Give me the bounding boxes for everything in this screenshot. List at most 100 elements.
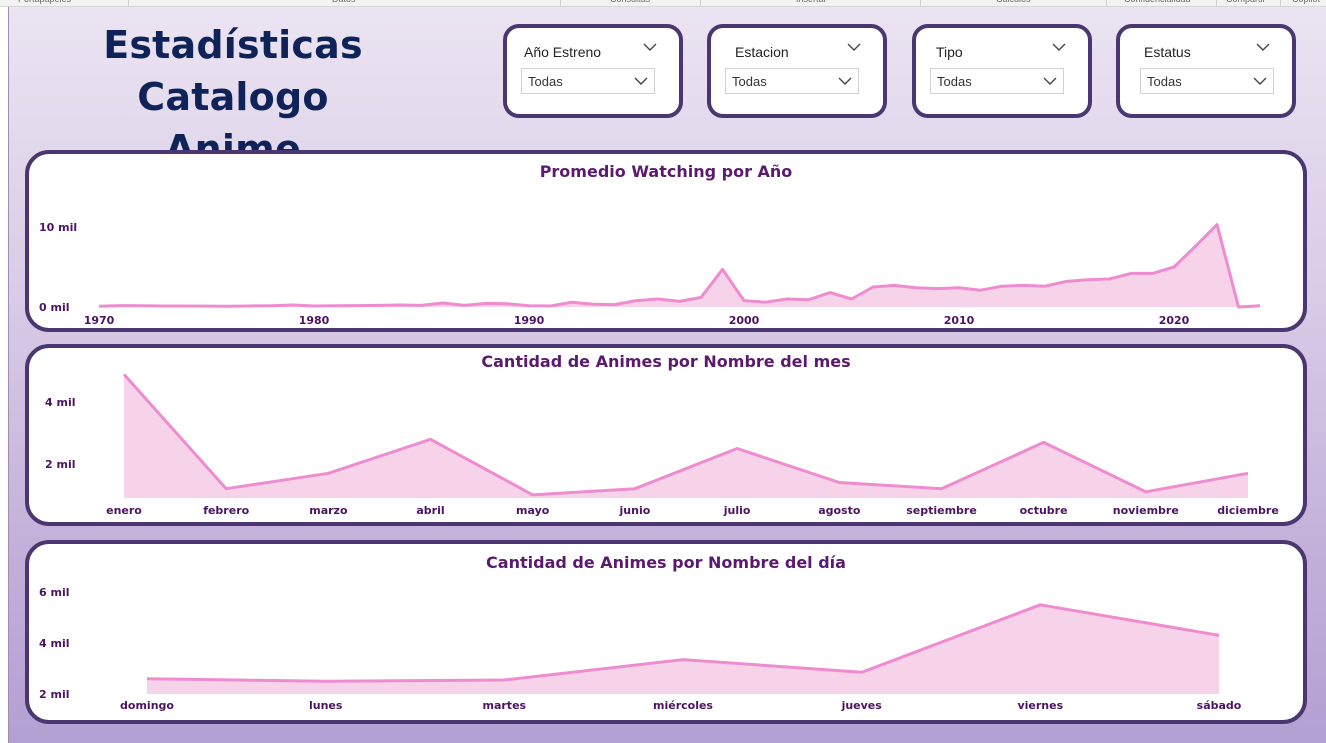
chevron-down-icon[interactable]	[847, 42, 861, 52]
data-point[interactable]	[248, 305, 251, 308]
data-point[interactable]	[356, 304, 359, 307]
data-point[interactable]	[700, 296, 703, 299]
ribbon-group-label: Cálculos	[996, 0, 1031, 4]
ribbon-group-label: Compartir	[1226, 0, 1266, 4]
data-point[interactable]	[1042, 441, 1045, 444]
data-point[interactable]	[838, 481, 841, 484]
x-tick-label: septiembre	[906, 504, 977, 517]
data-point[interactable]	[1237, 306, 1240, 309]
data-point[interactable]	[503, 679, 506, 682]
slicer-dropdown[interactable]: Todas	[1140, 68, 1274, 94]
data-point[interactable]	[313, 305, 316, 308]
data-point[interactable]	[549, 305, 552, 308]
ribbon-group-label: Copilot	[1292, 0, 1320, 4]
data-point[interactable]	[506, 302, 509, 305]
data-point[interactable]	[571, 301, 574, 304]
data-point[interactable]	[119, 304, 122, 307]
data-point[interactable]	[678, 300, 681, 303]
data-point[interactable]	[1144, 490, 1147, 493]
slicer-dropdown[interactable]: Todas	[725, 68, 859, 94]
data-point[interactable]	[1108, 278, 1111, 281]
data-point[interactable]	[1218, 634, 1221, 637]
data-point[interactable]	[860, 671, 863, 674]
data-point[interactable]	[98, 305, 101, 308]
data-point[interactable]	[463, 304, 466, 307]
data-point[interactable]	[1151, 272, 1154, 275]
data-point[interactable]	[162, 305, 165, 308]
data-point[interactable]	[225, 487, 228, 490]
data-point[interactable]	[270, 304, 273, 307]
data-point[interactable]	[1065, 280, 1068, 283]
data-point[interactable]	[1044, 285, 1047, 288]
area-fill	[99, 224, 1260, 307]
data-point[interactable]	[979, 289, 982, 292]
data-point[interactable]	[1001, 285, 1004, 288]
data-point[interactable]	[786, 298, 789, 301]
data-point[interactable]	[327, 472, 330, 475]
data-point[interactable]	[123, 373, 126, 376]
chevron-down-icon[interactable]	[1052, 42, 1066, 52]
data-point[interactable]	[807, 298, 810, 301]
data-point[interactable]	[872, 286, 875, 289]
data-point[interactable]	[940, 487, 943, 490]
data-point[interactable]	[1194, 245, 1197, 248]
data-point[interactable]	[146, 677, 149, 680]
data-point[interactable]	[958, 286, 961, 289]
data-point[interactable]	[334, 304, 337, 307]
data-point[interactable]	[657, 298, 660, 301]
ribbon-group-label: Insertar	[796, 0, 827, 4]
data-point[interactable]	[893, 284, 896, 287]
data-point[interactable]	[377, 304, 380, 307]
data-point[interactable]	[682, 658, 685, 661]
data-point[interactable]	[442, 302, 445, 305]
data-point[interactable]	[1022, 284, 1025, 287]
data-point[interactable]	[399, 304, 402, 307]
slicer-tipo: Tipo Todas	[912, 24, 1092, 118]
data-point[interactable]	[205, 305, 208, 308]
chevron-down-icon[interactable]	[643, 42, 657, 52]
data-point[interactable]	[1039, 603, 1042, 606]
data-point[interactable]	[850, 298, 853, 301]
x-tick-label: martes	[483, 699, 527, 712]
animes-by-day-chart: 2 mil 4 mil 6 mil domingo lunes martes miércol…	[39, 586, 1242, 712]
slicer-dropdown[interactable]: Todas	[930, 68, 1064, 94]
data-point[interactable]	[324, 680, 327, 683]
ribbon-separator	[128, 0, 129, 6]
data-point[interactable]	[420, 304, 423, 307]
data-point[interactable]	[1173, 266, 1176, 269]
data-point[interactable]	[1247, 472, 1250, 475]
data-point[interactable]	[633, 487, 636, 490]
data-point[interactable]	[227, 305, 230, 308]
x-tick-label: enero	[106, 504, 142, 517]
data-point[interactable]	[1087, 278, 1090, 281]
data-point[interactable]	[485, 302, 488, 305]
data-point[interactable]	[614, 303, 617, 306]
data-point[interactable]	[1216, 223, 1219, 226]
ribbon-group-label: Consultas	[610, 0, 650, 4]
data-point[interactable]	[429, 438, 432, 441]
data-point[interactable]	[1259, 304, 1262, 307]
data-point[interactable]	[291, 304, 294, 307]
x-tick-label: viernes	[1017, 699, 1063, 712]
data-point[interactable]	[635, 299, 638, 302]
data-point[interactable]	[764, 301, 767, 304]
data-point[interactable]	[915, 286, 918, 289]
data-point[interactable]	[184, 305, 187, 308]
slicer-estatus: Estatus Todas	[1116, 24, 1296, 118]
chevron-down-icon[interactable]	[1256, 42, 1270, 52]
data-point[interactable]	[531, 493, 534, 496]
data-point[interactable]	[936, 287, 939, 290]
data-point[interactable]	[592, 303, 595, 306]
data-point[interactable]	[141, 304, 144, 307]
data-point[interactable]	[1130, 272, 1133, 275]
data-point[interactable]	[743, 299, 746, 302]
slicer-value: Todas	[732, 74, 767, 89]
data-point[interactable]	[736, 447, 739, 450]
data-point[interactable]	[528, 304, 531, 307]
data-point[interactable]	[721, 268, 724, 271]
ribbon-group-label: Datos	[332, 0, 356, 4]
slicer-dropdown[interactable]: Todas	[521, 68, 655, 94]
x-tick-label: agosto	[818, 504, 861, 517]
data-point[interactable]	[829, 291, 832, 294]
y-tick-label: 6 mil	[39, 586, 70, 599]
